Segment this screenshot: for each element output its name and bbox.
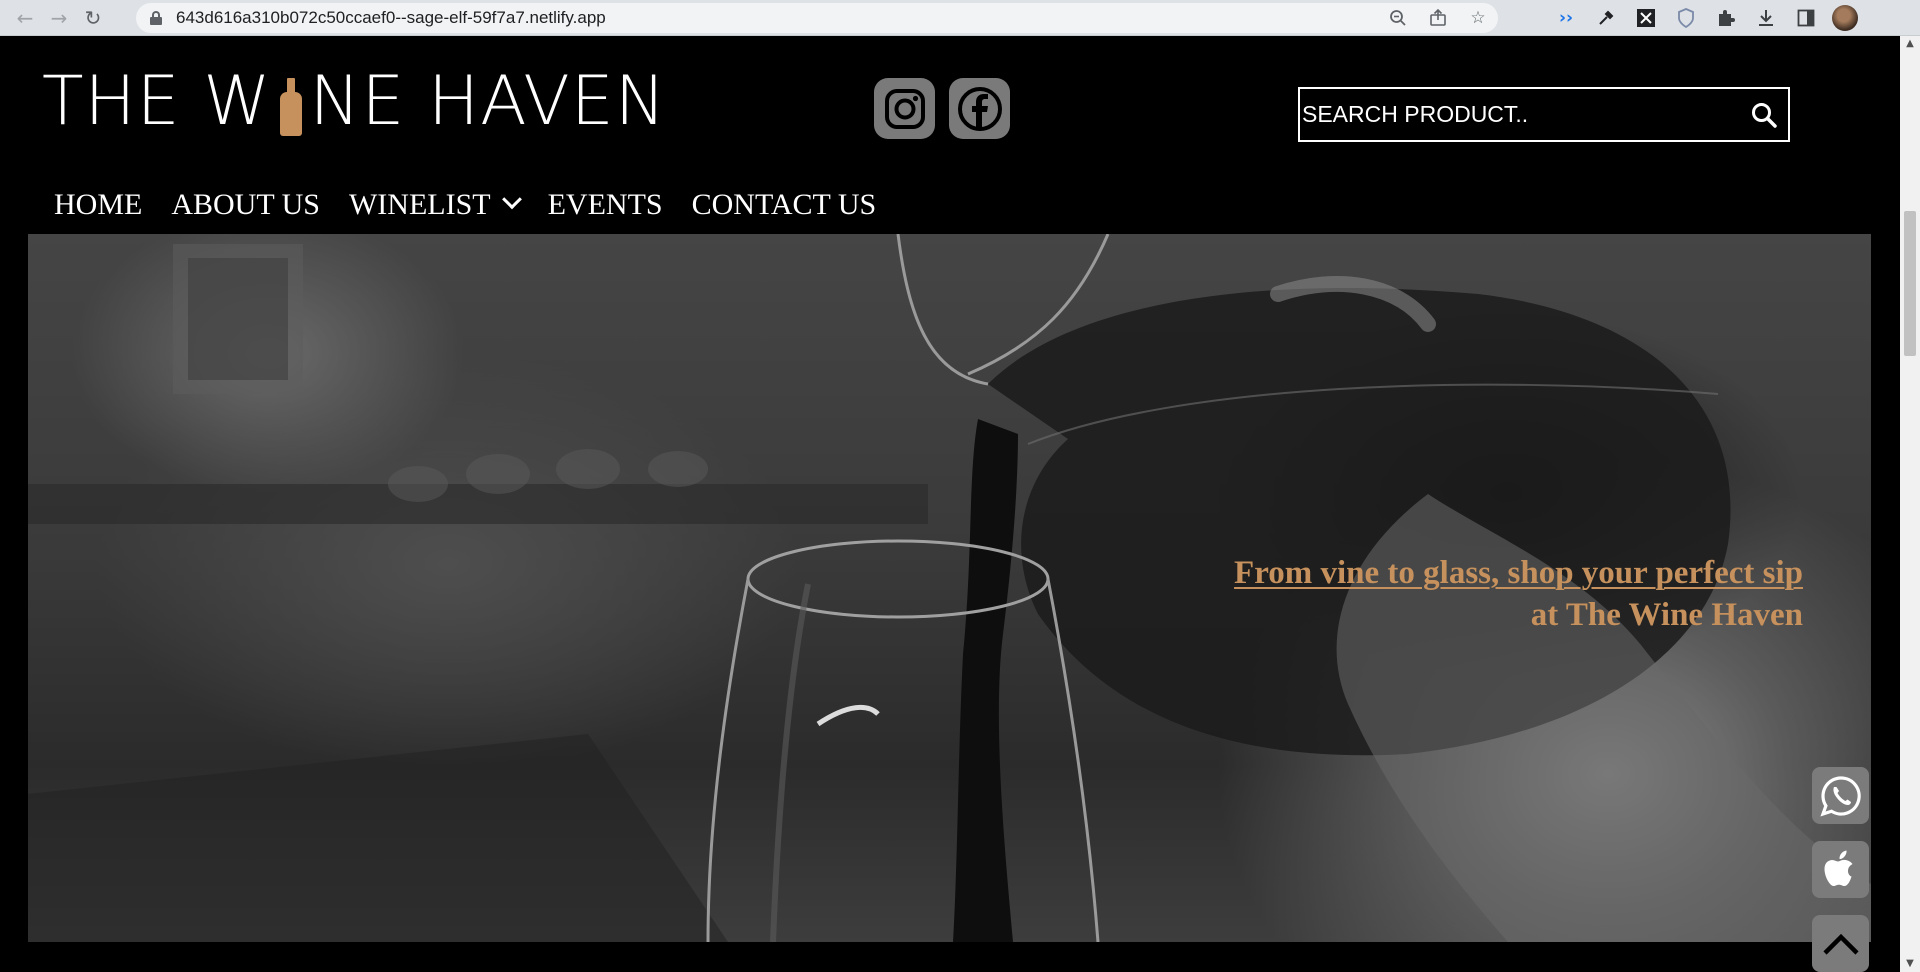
scroll-down-arrow-icon[interactable]: ▼ (1900, 956, 1920, 972)
bookmark-star-icon[interactable]: ☆ (1466, 6, 1490, 30)
social-links (874, 78, 1010, 139)
hero-banner: From vine to glass, shop your perfect si… (28, 234, 1871, 942)
logo-text-start: THE W (42, 62, 272, 141)
floating-actions (1812, 767, 1869, 972)
search-icon[interactable] (1740, 89, 1788, 140)
read-aloud-icon[interactable]: ›› (1552, 4, 1580, 32)
scroll-thumb[interactable] (1904, 211, 1916, 356)
nav-contact-us[interactable]: CONTACT US (692, 188, 877, 222)
browser-toolbar: ← → ↻ 643d616a310b072c50ccaef0--sage-elf… (0, 0, 1920, 36)
page-body: THE WNE HAVEN HOME ABOUT US WINELIST EVE… (0, 36, 1900, 972)
forward-arrow-icon[interactable]: → (42, 3, 76, 33)
nav-home[interactable]: HOME (54, 188, 142, 222)
hero-tagline-brand: at The Wine Haven (1530, 597, 1803, 633)
nav-about-label: ABOUT US (171, 188, 320, 221)
nav-events[interactable]: EVENTS (548, 188, 663, 222)
whatsapp-icon[interactable] (1812, 767, 1869, 824)
profile-avatar[interactable] (1832, 5, 1858, 31)
nav-winelist-label: WINELIST (348, 188, 491, 221)
shield-icon[interactable] (1672, 4, 1700, 32)
page-scrollbar[interactable]: ▲ ▼ (1900, 36, 1920, 972)
site-logo[interactable]: THE W NE HAVEN (42, 66, 667, 136)
chevron-down-icon[interactable] (501, 189, 522, 210)
reload-icon[interactable]: ↻ (76, 3, 110, 33)
scroll-up-arrow-icon[interactable]: ▲ (1900, 36, 1920, 52)
sidepanel-icon[interactable] (1792, 4, 1820, 32)
logo-text-end: NE HAVEN (309, 62, 667, 141)
wine-bottle-icon (274, 78, 308, 136)
puzzle-icon[interactable] (1712, 4, 1740, 32)
product-search (1298, 87, 1790, 142)
back-arrow-icon[interactable]: ← (8, 3, 42, 33)
hero-tagline-link[interactable]: From vine to glass, shop your perfect si… (1234, 552, 1803, 594)
nav-winelist[interactable]: WINELIST (348, 188, 522, 222)
lock-icon[interactable] (150, 11, 162, 25)
main-navigation: HOME ABOUT US WINELIST EVENTS CONTACT US (54, 188, 905, 222)
nav-events-label: EVENTS (547, 188, 663, 221)
share-icon[interactable] (1426, 6, 1450, 30)
address-bar[interactable]: 643d616a310b072c50ccaef0--sage-elf-59f7a… (136, 3, 1498, 33)
zoom-icon[interactable] (1386, 6, 1410, 30)
search-input[interactable] (1300, 89, 1740, 140)
scroll-to-top-icon[interactable] (1812, 915, 1869, 972)
hero-tagline: From vine to glass, shop your perfect si… (1234, 552, 1803, 636)
nav-contact-label: CONTACT US (691, 188, 877, 221)
facebook-icon[interactable] (949, 78, 1010, 139)
eyedropper-icon[interactable] (1592, 4, 1620, 32)
nav-about-us[interactable]: ABOUT US (171, 188, 320, 222)
download-icon[interactable] (1752, 4, 1780, 32)
url-text[interactable]: 643d616a310b072c50ccaef0--sage-elf-59f7a… (176, 8, 606, 28)
nav-home-label: HOME (54, 188, 143, 221)
instagram-icon[interactable] (874, 78, 935, 139)
apple-icon[interactable] (1812, 841, 1869, 898)
excel-icon[interactable] (1632, 4, 1660, 32)
